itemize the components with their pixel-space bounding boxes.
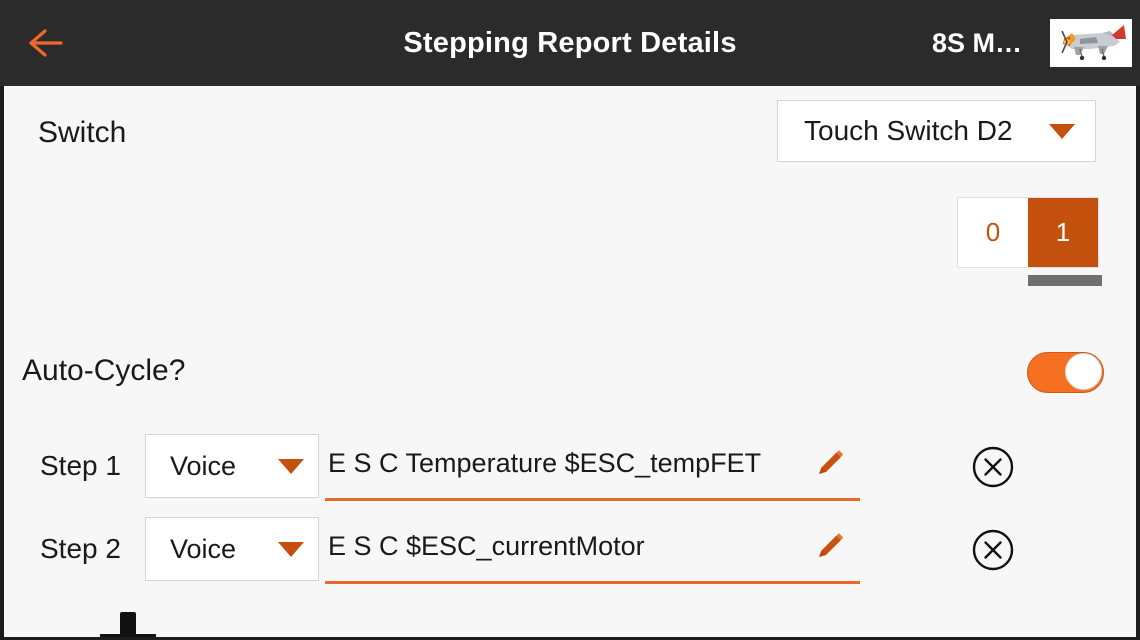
switch-position-segmented-control[interactable]: 0 1 bbox=[957, 197, 1099, 268]
content-area: Switch Touch Switch D2 0 1 Auto-Cycle? S… bbox=[0, 86, 1140, 640]
delete-step-button[interactable] bbox=[971, 445, 1015, 489]
switch-label: Switch bbox=[38, 116, 127, 149]
add-step-button-clipped[interactable] bbox=[98, 610, 158, 640]
pencil-icon[interactable] bbox=[810, 528, 848, 566]
step-type-value: Voice bbox=[170, 450, 237, 481]
step-text-value: E S C $ESC_currentMotor bbox=[328, 530, 645, 561]
segment-option-0[interactable]: 0 bbox=[958, 198, 1028, 267]
step-text-field[interactable]: E S C $ESC_currentMotor bbox=[325, 514, 860, 584]
add-step-stem bbox=[120, 612, 136, 636]
delete-step-button[interactable] bbox=[971, 528, 1015, 572]
close-circle-icon bbox=[972, 529, 1014, 571]
step-label: Step 1 bbox=[40, 450, 121, 481]
auto-cycle-label: Auto-Cycle? bbox=[22, 354, 186, 387]
pencil-icon[interactable] bbox=[810, 445, 848, 483]
step-row: Step 2 Voice E S C $ESC_currentMotor bbox=[4, 514, 1136, 584]
chevron-down-icon bbox=[278, 458, 304, 474]
chevron-down-icon bbox=[1049, 123, 1075, 139]
model-thumbnail[interactable] bbox=[1050, 19, 1132, 67]
segment-option-1[interactable]: 1 bbox=[1028, 198, 1098, 267]
step-type-dropdown[interactable]: Voice bbox=[145, 517, 319, 581]
step-label: Step 2 bbox=[40, 533, 121, 564]
close-circle-icon bbox=[972, 446, 1014, 488]
airplane-photo bbox=[1050, 19, 1132, 67]
step-text-value: E S C Temperature $ESC_tempFET bbox=[328, 447, 762, 478]
switch-dropdown[interactable]: Touch Switch D2 bbox=[777, 100, 1096, 162]
step-text-field[interactable]: E S C Temperature $ESC_tempFET bbox=[325, 431, 860, 501]
toggle-knob bbox=[1065, 353, 1102, 390]
auto-cycle-toggle[interactable] bbox=[1027, 352, 1104, 393]
segmented-scroll-indicator[interactable] bbox=[1028, 275, 1102, 286]
step-row: Step 1 Voice E S C Temperature $ESC_temp… bbox=[4, 431, 1136, 501]
step-type-value: Voice bbox=[170, 533, 237, 564]
stepping-report-details-screen: Stepping Report Details 8S M… Switch Tou… bbox=[0, 0, 1140, 640]
model-name-label: 8S M… bbox=[931, 27, 1022, 58]
step-type-dropdown[interactable]: Voice bbox=[145, 434, 319, 498]
switch-dropdown-value: Touch Switch D2 bbox=[804, 115, 1013, 146]
title-bar: Stepping Report Details 8S M… bbox=[0, 0, 1140, 86]
chevron-down-icon bbox=[278, 541, 304, 557]
